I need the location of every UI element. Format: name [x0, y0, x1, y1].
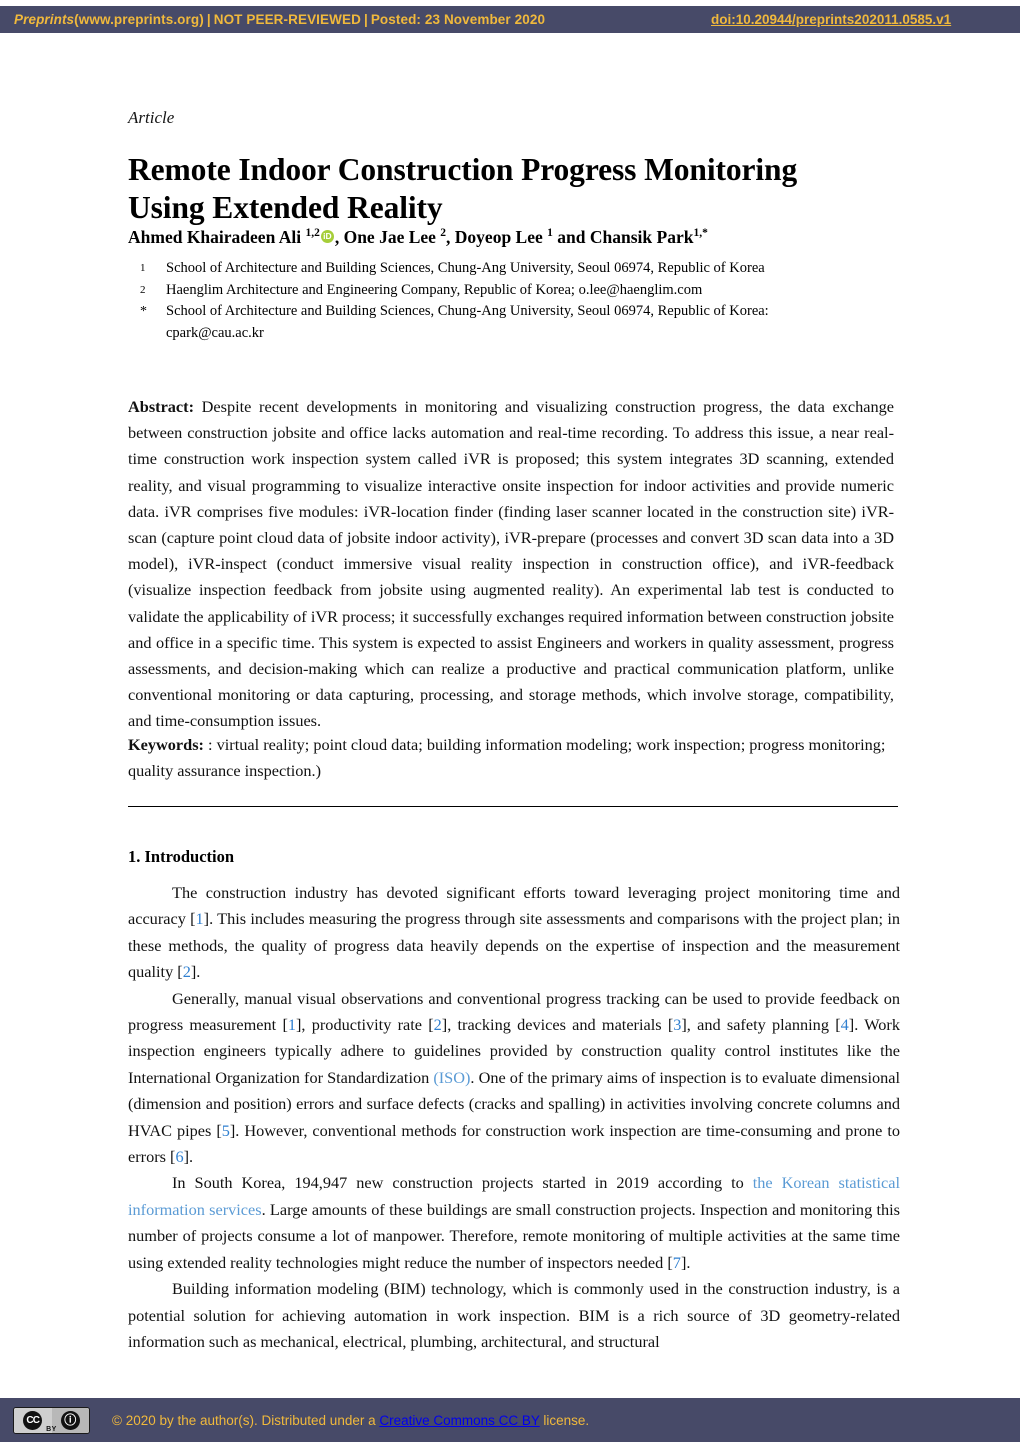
affiliation-text-2: Haenglim Architecture and Engineering Co…: [166, 281, 703, 298]
intro-p3-part-a: In South Korea, 194,947 new construction…: [172, 1173, 753, 1193]
article-type-label: Article: [128, 108, 175, 127]
title-line-1: Remote Indoor Construction Progress Moni…: [128, 152, 798, 188]
affiliation-row-2: 2 Haenglim Architecture and Engineering …: [128, 280, 890, 302]
page-title: Remote Indoor Construction Progress Moni…: [128, 151, 873, 227]
keywords-label: Keywords:: [128, 735, 204, 754]
affiliation-row-1: 1 School of Architecture and Building Sc…: [128, 258, 890, 280]
citation-ref-4[interactable]: 4: [841, 1015, 849, 1034]
author-4-affiliation-marker: 1,*: [693, 227, 708, 240]
author-doyeop-lee: , Doyeop Lee: [446, 227, 548, 247]
intro-paragraph-3: In South Korea, 194,947 new construction…: [128, 1170, 900, 1276]
citation-ref-1[interactable]: 1: [196, 909, 204, 928]
citation-ref-5[interactable]: 5: [222, 1121, 230, 1140]
corresponding-author-email: cpark@cau.ac.kr: [166, 324, 264, 341]
intro-paragraph-2: Generally, manual visual observations an…: [128, 986, 900, 1171]
affiliation-marker-2: 2: [140, 283, 146, 296]
iso-link[interactable]: (ISO): [433, 1068, 470, 1087]
affiliation-marker-3: *: [140, 304, 147, 319]
intro-p3-part-c: ].: [680, 1252, 691, 1272]
introduction-heading: 1. Introduction: [128, 847, 235, 866]
intro-p2-part-d: ], and safety planning [: [681, 1015, 841, 1035]
author-list: Ahmed Khairadeen Ali 1,2 iD, One Jae Lee …: [128, 225, 888, 249]
keywords-section: Keywords: : virtual reality; point cloud…: [128, 732, 894, 784]
orcid-id-icon[interactable]: iD: [320, 230, 334, 243]
citation-ref-2[interactable]: 2: [183, 962, 191, 981]
introduction-body: The construction industry has devoted si…: [128, 880, 900, 1355]
abstract-label: Abstract:: [128, 397, 195, 416]
keywords-body: : virtual reality; point cloud data; bui…: [128, 735, 886, 781]
intro-p2-part-c: ], tracking devices and materials [: [441, 1015, 674, 1035]
intro-p1-part-b: ]. This includes measuring the progress …: [128, 909, 900, 982]
citation-ref-1b[interactable]: 1: [288, 1015, 296, 1034]
license-text: © 2020 by the author(s). Distributed und…: [112, 1413, 589, 1428]
license-suffix-text: license.: [539, 1412, 590, 1428]
abstract-body: Despite recent developments in monitorin…: [128, 397, 894, 731]
copyright-text: © 2020 by the author(s). Distributed und…: [112, 1412, 380, 1428]
affiliation-row-3: * School of Architecture and Building Sc…: [128, 301, 890, 344]
affiliation-text-1: School of Architecture and Building Scie…: [166, 260, 765, 276]
cc-by-label: BY: [46, 1425, 57, 1433]
citation-ref-6[interactable]: 6: [175, 1147, 183, 1166]
abstract-section: Abstract: Despite recent developments in…: [128, 394, 894, 735]
intro-p2-part-g: ]. However, conventional methods for con…: [128, 1120, 900, 1167]
affiliation-text-3: School of Architecture and Building Scie…: [166, 301, 886, 344]
affiliation-text-3-line-1: School of Architecture and Building Scie…: [166, 303, 769, 319]
author-one-jae-lee: , One Jae Lee: [334, 227, 441, 247]
document-page: Article Remote Indoor Construction Progr…: [0, 0, 1020, 1442]
intro-paragraph-1: The construction industry has devoted si…: [128, 880, 900, 986]
section-divider-rule: [128, 806, 898, 807]
creative-commons-icon[interactable]: CC ⓘ BY: [13, 1406, 90, 1434]
affiliation-list: 1 School of Architecture and Building Sc…: [128, 258, 890, 344]
title-line-2: Using Extended Reality: [128, 190, 443, 226]
license-footer-banner: CC ⓘ BY © 2020 by the author(s). Distrib…: [0, 1398, 1020, 1442]
intro-p2-part-b: ], productivity rate [: [296, 1015, 434, 1035]
affiliation-marker-1: 1: [140, 262, 146, 274]
intro-paragraph-4: Building information modeling (BIM) tech…: [128, 1279, 900, 1351]
citation-ref-7[interactable]: 7: [673, 1253, 681, 1272]
author-ahmed-khairadeen-ali: Ahmed Khairadeen Ali: [128, 227, 306, 247]
citation-ref-2b[interactable]: 2: [434, 1015, 442, 1034]
creative-commons-license-link[interactable]: Creative Commons CC BY: [379, 1413, 539, 1428]
author-1-affiliation-marker: 1,2: [305, 227, 320, 240]
intro-p1-part-c: ].: [190, 962, 201, 982]
intro-p2-part-h: ].: [183, 1147, 194, 1167]
author-chansik-park: and Chansik Park: [552, 227, 694, 247]
